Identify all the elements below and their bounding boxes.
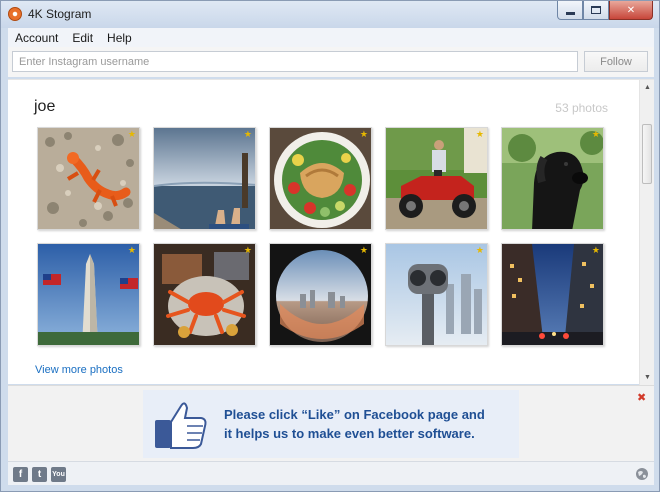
close-ad-icon[interactable]: ✖ [637, 391, 646, 404]
photo-count: 53 photos [555, 101, 608, 115]
star-icon: ★ [475, 129, 484, 139]
view-more-photos-link[interactable]: View more photos [35, 364, 123, 376]
search-row: Follow [8, 47, 654, 77]
photo-thumb-fisheye[interactable]: ★ [269, 243, 372, 346]
dock-photo [154, 128, 255, 229]
minimize-button[interactable] [557, 1, 583, 20]
photo-thumb-salad[interactable]: ★ [269, 127, 372, 230]
status-bar: f t You [8, 461, 654, 485]
thumbs-up-icon [155, 402, 207, 449]
maximize-button[interactable] [583, 1, 609, 20]
ad-text: Please click “Like” on Facebook page and… [224, 405, 514, 443]
photo-thumb-binoculars[interactable]: ★ [385, 243, 488, 346]
window-controls: ✕ [557, 1, 653, 20]
app-window: 4K Stogram ✕ Account Edit Help Follow jo… [0, 0, 660, 492]
photo-feed: joe 53 photos ★ ★ ★ ★ ★ ★ ★ ★ ★ ★ View m… [8, 79, 654, 385]
photo-thumb-atv[interactable]: ★ [385, 127, 488, 230]
photo-thumb-lizard[interactable]: ★ [37, 127, 140, 230]
photo-thumb-dog[interactable]: ★ [501, 127, 604, 230]
maximize-icon [591, 6, 601, 14]
minimize-icon [565, 11, 575, 15]
star-icon: ★ [591, 129, 600, 139]
monument-photo [38, 244, 139, 345]
facebook-icon[interactable]: f [13, 467, 28, 482]
star-icon: ★ [243, 245, 252, 255]
fisheye-city-photo [270, 244, 371, 345]
globe-icon[interactable] [635, 467, 649, 481]
photo-thumb-monument[interactable]: ★ [37, 243, 140, 346]
close-icon: ✕ [626, 4, 636, 16]
menu-help[interactable]: Help [100, 31, 139, 45]
vertical-scrollbar[interactable]: ▲ ▼ [639, 80, 654, 385]
title-bar: 4K Stogram ✕ [1, 1, 659, 28]
follow-button[interactable]: Follow [584, 51, 648, 72]
menu-bar: Account Edit Help [8, 28, 654, 47]
star-icon: ★ [243, 129, 252, 139]
photo-thumb-street[interactable]: ★ [501, 243, 604, 346]
salad-photo [270, 128, 371, 229]
lizard-photo [38, 128, 139, 229]
youtube-icon[interactable]: You [51, 467, 66, 482]
star-icon: ★ [127, 129, 136, 139]
close-button[interactable]: ✕ [609, 1, 653, 20]
username-search-input[interactable] [12, 51, 578, 72]
star-icon: ★ [359, 245, 368, 255]
star-icon: ★ [591, 245, 600, 255]
menu-edit[interactable]: Edit [65, 31, 100, 45]
star-icon: ★ [475, 245, 484, 255]
scroll-thumb[interactable] [642, 124, 652, 184]
atv-photo [386, 128, 487, 229]
ad-area: Please click “Like” on Facebook page and… [8, 385, 654, 461]
twitter-icon[interactable]: t [32, 467, 47, 482]
scroll-up-arrow-icon[interactable]: ▲ [640, 80, 655, 95]
ad-line-2: it helps us to make even better software… [224, 426, 475, 441]
binoculars-photo [386, 244, 487, 345]
app-logo-icon[interactable] [8, 7, 22, 21]
window-title: 4K Stogram [28, 7, 92, 21]
profile-username: joe [34, 98, 56, 115]
star-icon: ★ [127, 245, 136, 255]
city-street-photo [502, 244, 603, 345]
dog-photo [502, 128, 603, 229]
crab-photo [154, 244, 255, 345]
facebook-like-banner[interactable]: Please click “Like” on Facebook page and… [143, 390, 519, 458]
menu-account[interactable]: Account [8, 31, 65, 45]
scroll-down-arrow-icon[interactable]: ▼ [640, 370, 655, 385]
star-icon: ★ [359, 129, 368, 139]
photo-thumb-crab[interactable]: ★ [153, 243, 256, 346]
photo-thumb-dock[interactable]: ★ [153, 127, 256, 230]
ad-line-1: Please click “Like” on Facebook page and [224, 407, 485, 422]
